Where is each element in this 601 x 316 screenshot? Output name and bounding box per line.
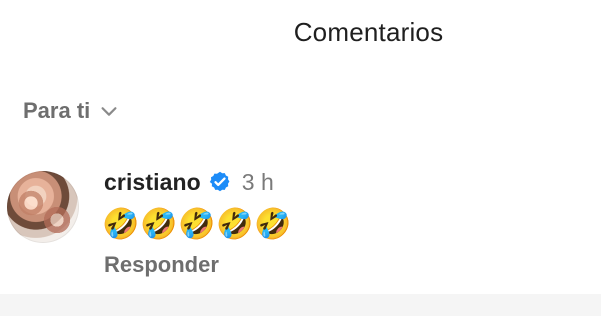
comment-emoji-row: 🤣 🤣 🤣 🤣 🤣: [102, 206, 292, 244]
reply-button[interactable]: Responder: [104, 252, 290, 278]
rofl-emoji-icon: 🤣: [102, 208, 140, 241]
verified-badge-icon: [209, 171, 230, 192]
comment-filter-label: Para ti: [23, 98, 91, 123]
bottom-divider-strip: [0, 294, 601, 316]
rofl-emoji-icon: 🤣: [178, 208, 216, 241]
comment-timestamp: 3 h: [241, 168, 274, 195]
rofl-emoji-icon: 🤣: [140, 208, 178, 241]
comment-filter-dropdown[interactable]: Para ti: [23, 98, 120, 124]
comment-item: cristiano 3 h 🤣 🤣 🤣 🤣 🤣 Responder: [102, 168, 292, 278]
comment-header: cristiano 3 h: [104, 168, 290, 196]
rofl-emoji-icon: 🤣: [254, 208, 292, 241]
rofl-emoji-icon: 🤣: [216, 208, 254, 241]
comment-username[interactable]: cristiano: [104, 169, 201, 196]
chevron-down-icon: [101, 107, 117, 116]
avatar[interactable]: [7, 171, 79, 243]
page-title: Comentarios: [293, 17, 444, 47]
